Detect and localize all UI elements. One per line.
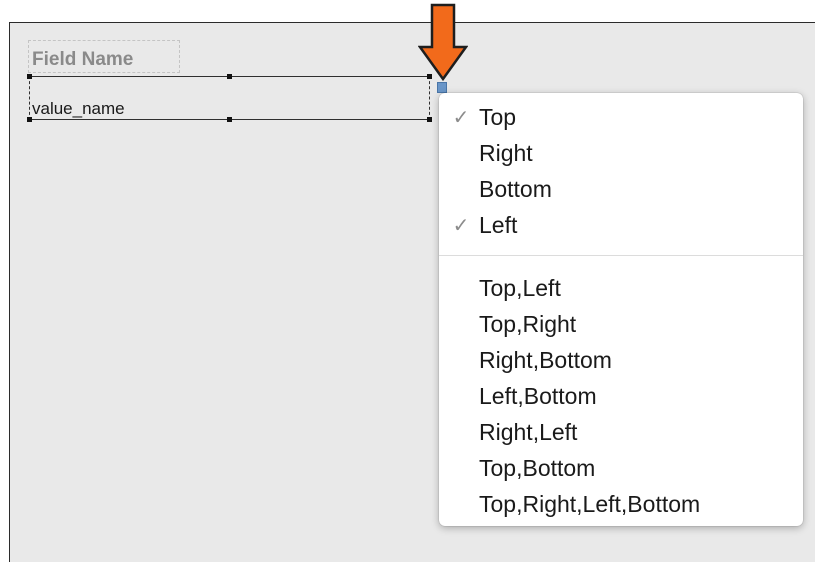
menu-item-right-left[interactable]: Right,Left <box>439 414 803 450</box>
menu-item-label: Right <box>479 140 533 166</box>
down-arrow-icon <box>418 3 468 82</box>
menu-item-label: Top,Right,Left,Bottom <box>479 491 701 517</box>
check-icon: ✓ <box>452 213 470 237</box>
resize-handle-bottom-right[interactable] <box>427 117 432 122</box>
value-name-field[interactable]: value_name <box>29 76 430 120</box>
menu-separator <box>439 255 803 256</box>
menu-item-label: Left,Bottom <box>479 383 597 409</box>
menu-item-label: Bottom <box>479 176 552 202</box>
menu-item-left[interactable]: ✓ Left <box>439 207 803 243</box>
field-name-label[interactable]: Field Name <box>28 40 180 73</box>
menu-item-label: Left <box>479 212 518 238</box>
menu-item-label: Top,Right <box>479 311 577 337</box>
menu-item-label: Top,Bottom <box>479 455 596 481</box>
resize-handle-bottom-middle[interactable] <box>227 117 232 122</box>
value-name-text: value_name <box>32 99 125 118</box>
menu-item-left-bottom[interactable]: Left,Bottom <box>439 378 803 414</box>
check-icon: ✓ <box>452 105 470 129</box>
resize-handle-bottom-left[interactable] <box>27 117 32 122</box>
menu-item-bottom[interactable]: Bottom <box>439 171 803 207</box>
anchor-button-icon[interactable] <box>437 82 447 93</box>
menu-item-top-bottom[interactable]: Top,Bottom <box>439 450 803 486</box>
menu-item-label: Top,Left <box>479 275 561 301</box>
menu-item-label: Top <box>479 104 517 130</box>
menu-item-right[interactable]: Right <box>439 135 803 171</box>
menu-item-top-left[interactable]: Top,Left <box>439 270 803 306</box>
anchor-menu: ✓ Top Right Bottom ✓ Left Top,Left Top,R… <box>439 93 803 526</box>
menu-item-label: Right,Bottom <box>479 347 612 373</box>
menu-item-right-bottom[interactable]: Right,Bottom <box>439 342 803 378</box>
menu-item-top-right[interactable]: Top,Right <box>439 306 803 342</box>
resize-handle-top-middle[interactable] <box>227 74 232 79</box>
menu-item-all-sides[interactable]: Top,Right,Left,Bottom <box>439 486 803 522</box>
resize-handle-top-left[interactable] <box>27 74 32 79</box>
menu-item-label: Right,Left <box>479 419 578 445</box>
menu-item-top[interactable]: ✓ Top <box>439 99 803 135</box>
